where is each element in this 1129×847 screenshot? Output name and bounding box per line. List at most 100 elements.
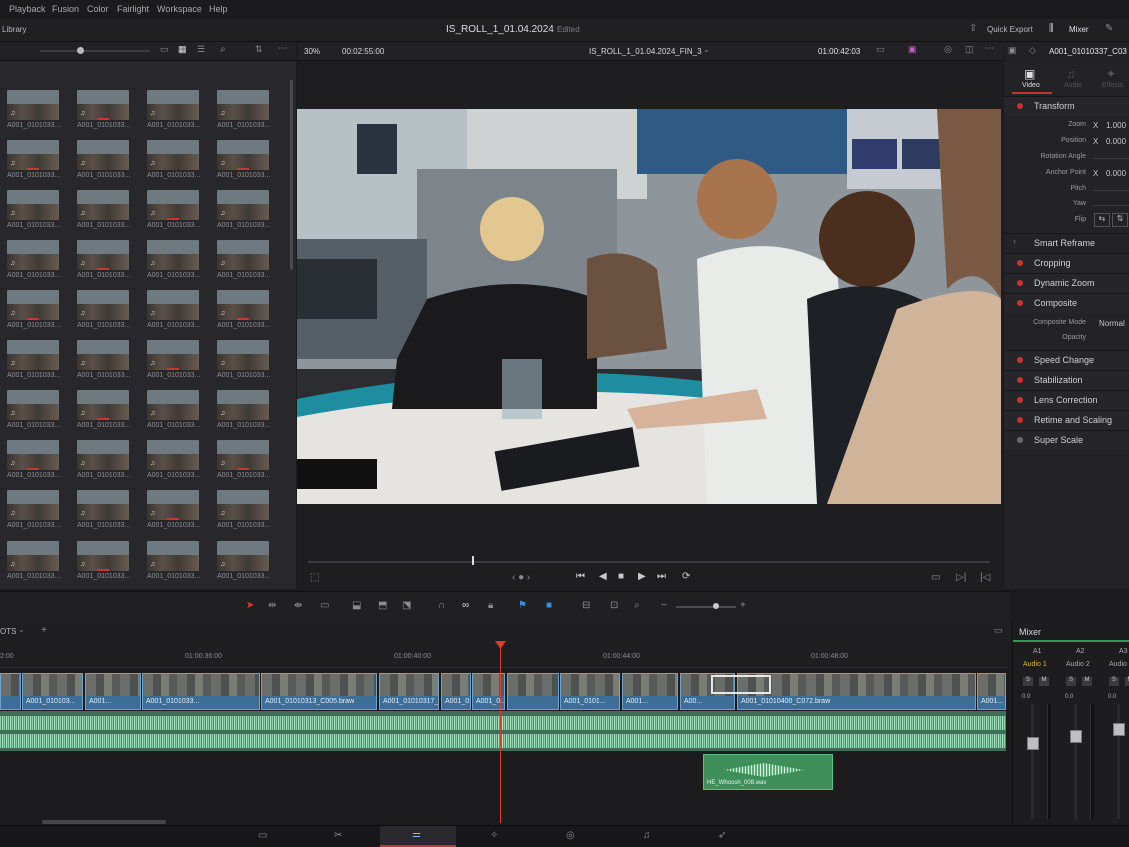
viewer-scrubber[interactable] <box>308 561 990 563</box>
selection-tool-icon[interactable]: ➤ <box>246 600 254 611</box>
blade-tool-icon[interactable]: ▭ <box>320 600 329 611</box>
overwrite-clip-icon[interactable]: ⬒ <box>378 600 387 611</box>
more-options-icon[interactable]: ⋯ <box>278 43 288 54</box>
value-slider[interactable] <box>1093 190 1129 191</box>
zoom-level[interactable]: 30% <box>304 47 320 56</box>
next-frame-icon[interactable]: ▷| <box>956 572 966 583</box>
metadata-icon[interactable]: ✎ <box>1105 23 1113 34</box>
clip-thumbnail[interactable]: ♫ <box>7 340 59 370</box>
zoom-detail-icon[interactable]: ⊡ <box>610 600 618 611</box>
library-label[interactable]: Library <box>2 25 26 34</box>
menu-fairlight[interactable]: Fairlight <box>117 4 149 14</box>
marker-icon[interactable]: ■ <box>546 600 552 611</box>
snapping-icon[interactable]: ∩ <box>438 600 445 611</box>
enable-toggle[interactable] <box>1017 300 1023 306</box>
trim-tool-icon[interactable]: ⇹ <box>268 600 276 611</box>
value-slider[interactable] <box>1093 158 1129 159</box>
cut-page-icon[interactable]: ✂ <box>334 830 342 841</box>
stop-icon[interactable]: ■ <box>618 571 624 582</box>
fairlight-page-icon[interactable]: ♫ <box>643 830 651 841</box>
clip-thumbnail[interactable]: ♫ <box>7 490 59 520</box>
clip-thumbnail[interactable]: ♫ <box>77 340 129 370</box>
clip-thumbnail[interactable]: ♫ <box>77 190 129 220</box>
menu-workspace[interactable]: Workspace <box>157 4 202 14</box>
property-value[interactable]: 1.000 <box>1106 121 1126 130</box>
pool-scrollbar[interactable] <box>290 80 293 270</box>
zoom-slider-knob[interactable] <box>713 603 719 609</box>
chevron-down-icon[interactable]: ⌄ <box>703 45 710 54</box>
clip-thumbnail[interactable]: ♫ <box>147 290 199 320</box>
video-clip[interactable]: A001_0101... <box>560 673 620 710</box>
dual-viewer-icon[interactable]: ◫ <box>965 44 974 55</box>
clip-thumbnail[interactable]: ♫ <box>7 541 59 571</box>
video-clip[interactable]: A001_0101033... <box>142 673 260 710</box>
enable-toggle[interactable] <box>1017 417 1023 423</box>
fader-knob[interactable] <box>1113 723 1125 736</box>
color-page-icon[interactable]: ◎ <box>566 830 575 841</box>
clip-thumbnail[interactable]: ♫ <box>147 340 199 370</box>
skip-start-icon[interactable]: ⏮ <box>576 571 585 582</box>
edit-page-tab[interactable]: ⚌ <box>380 826 456 847</box>
enable-toggle[interactable] <box>1017 357 1023 363</box>
inspector-section[interactable]: › Smart Reframe <box>1004 233 1129 253</box>
solo-button[interactable]: S <box>1066 677 1076 686</box>
tab-video[interactable]: Video <box>1022 82 1040 89</box>
mute-button[interactable]: M <box>1082 677 1092 686</box>
solo-button[interactable]: S <box>1109 677 1119 686</box>
color-wheel-icon[interactable]: ◎ <box>944 44 952 55</box>
clip-thumbnail[interactable]: ♫ <box>147 541 199 571</box>
clip-thumbnail[interactable]: ♫ <box>217 190 269 220</box>
list-view-icon[interactable]: ☰ <box>197 44 205 55</box>
clip-thumbnail[interactable]: ♫ <box>217 240 269 270</box>
zoom-full-icon[interactable]: ⊟ <box>582 600 590 611</box>
thumbnail-view-icon[interactable]: ▦ <box>178 44 187 55</box>
inspector-section[interactable]: Retime and Scaling <box>1004 410 1129 430</box>
play-reverse-icon[interactable]: ◀ <box>599 571 607 582</box>
viewer-options-icon[interactable]: ⋯ <box>984 43 994 54</box>
zoom-in-icon[interactable]: + <box>740 600 746 611</box>
inspector-section[interactable]: Stabilization <box>1004 370 1129 390</box>
video-clip[interactable]: A001... <box>85 673 141 710</box>
chevron-down-icon[interactable]: ⌄ <box>18 625 25 634</box>
timeline-scrollbar[interactable] <box>42 820 166 824</box>
disclosure-icon[interactable]: › <box>1013 236 1019 246</box>
enable-toggle[interactable] <box>1017 103 1023 109</box>
audio-track-1[interactable] <box>0 711 1006 751</box>
viewer-layout-icon[interactable]: ▭ <box>876 44 885 55</box>
quick-export-button[interactable]: Quick Export <box>987 25 1033 34</box>
mixer-toggle-button[interactable]: Mixer <box>1069 25 1089 34</box>
disclosure-icon[interactable] <box>1017 437 1023 443</box>
property-value[interactable]: 0.000 <box>1106 137 1126 146</box>
clip-thumbnail[interactable]: ♫ <box>217 340 269 370</box>
overlay-icon[interactable]: ▣ <box>908 44 917 55</box>
video-clip[interactable] <box>0 673 21 710</box>
video-clip[interactable]: A001_0101031... <box>441 673 471 710</box>
timeline-tab[interactable]: OTS <box>0 627 16 636</box>
clip-thumbnail[interactable]: ♫ <box>147 440 199 470</box>
video-clip[interactable]: A001_01010313_C005.braw <box>261 673 377 710</box>
flag-icon[interactable]: ⚑ <box>518 600 527 611</box>
timeline-playhead[interactable] <box>500 645 501 823</box>
clip-thumbnail[interactable]: ♫ <box>77 290 129 320</box>
mute-button[interactable]: M <box>1039 677 1049 686</box>
jog-icon[interactable]: ‹ ● › <box>512 572 530 583</box>
crop-icon[interactable]: ⬚ <box>310 572 319 583</box>
keyframe-icon[interactable]: ◇ <box>1029 45 1036 56</box>
clip-thumbnail[interactable]: ♫ <box>217 440 269 470</box>
video-clip[interactable]: A001... <box>622 673 678 710</box>
add-timeline-icon[interactable]: + <box>41 625 47 636</box>
deliver-page-icon[interactable]: ➶ <box>718 830 726 841</box>
clip-thumbnail[interactable]: ♫ <box>7 140 59 170</box>
inspector-section[interactable]: Speed Change <box>1004 350 1129 370</box>
link-icon[interactable]: ∞ <box>462 600 469 611</box>
media-page-icon[interactable]: ▭ <box>258 830 267 841</box>
metadata-view-icon[interactable]: ▭ <box>160 44 169 55</box>
tab-effects[interactable]: Effects <box>1102 82 1123 89</box>
clip-thumbnail[interactable]: ♫ <box>7 90 59 120</box>
timeline-name[interactable]: IS_ROLL_1_01.04.2024_FIN_3 <box>589 47 702 56</box>
inspector-section[interactable]: Transform <box>1004 96 1129 116</box>
property-value[interactable]: 0.000 <box>1106 169 1126 178</box>
clip-thumbnail[interactable]: ♫ <box>77 140 129 170</box>
search-icon[interactable]: ⌕ <box>220 44 226 55</box>
clip-thumbnail[interactable]: ♫ <box>77 490 129 520</box>
